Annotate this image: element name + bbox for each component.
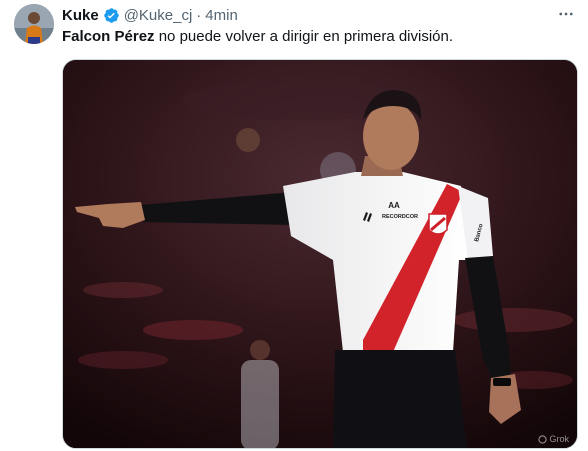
watermark: Grok <box>538 434 569 444</box>
river-plate-crest-icon <box>428 213 448 235</box>
author-name[interactable]: Kuke <box>62 7 99 24</box>
tweet-text-rest: no puede volver a dirigir en primera div… <box>154 28 454 45</box>
tweet-photo[interactable]: AA RECORDCOR Banco Grok <box>62 59 578 449</box>
tweet-card[interactable]: Kuke @Kuke_cj · 4min Falcon Pérez no pue… <box>0 0 588 451</box>
tweet-text-bold: Falcon Pérez <box>62 28 155 45</box>
tweet-text: Falcon Pérez no puede volver a dirigir e… <box>62 27 562 47</box>
referee-photo: AA RECORDCOR Banco <box>63 60 577 448</box>
separator-dot: · <box>196 6 202 24</box>
sponsor-logo: AA <box>388 201 400 210</box>
tweet-header: Kuke @Kuke_cj · 4min <box>62 5 238 25</box>
author-handle[interactable]: @Kuke_cj <box>124 7 193 24</box>
watermark-text: Grok <box>549 434 569 444</box>
watermark-icon <box>538 434 548 444</box>
more-dots-icon[interactable] <box>556 4 576 24</box>
post-time[interactable]: 4min <box>205 7 238 24</box>
sponsor-text: RECORDCOR <box>382 214 418 220</box>
verified-badge-icon <box>103 7 120 24</box>
avatar[interactable] <box>14 4 54 44</box>
